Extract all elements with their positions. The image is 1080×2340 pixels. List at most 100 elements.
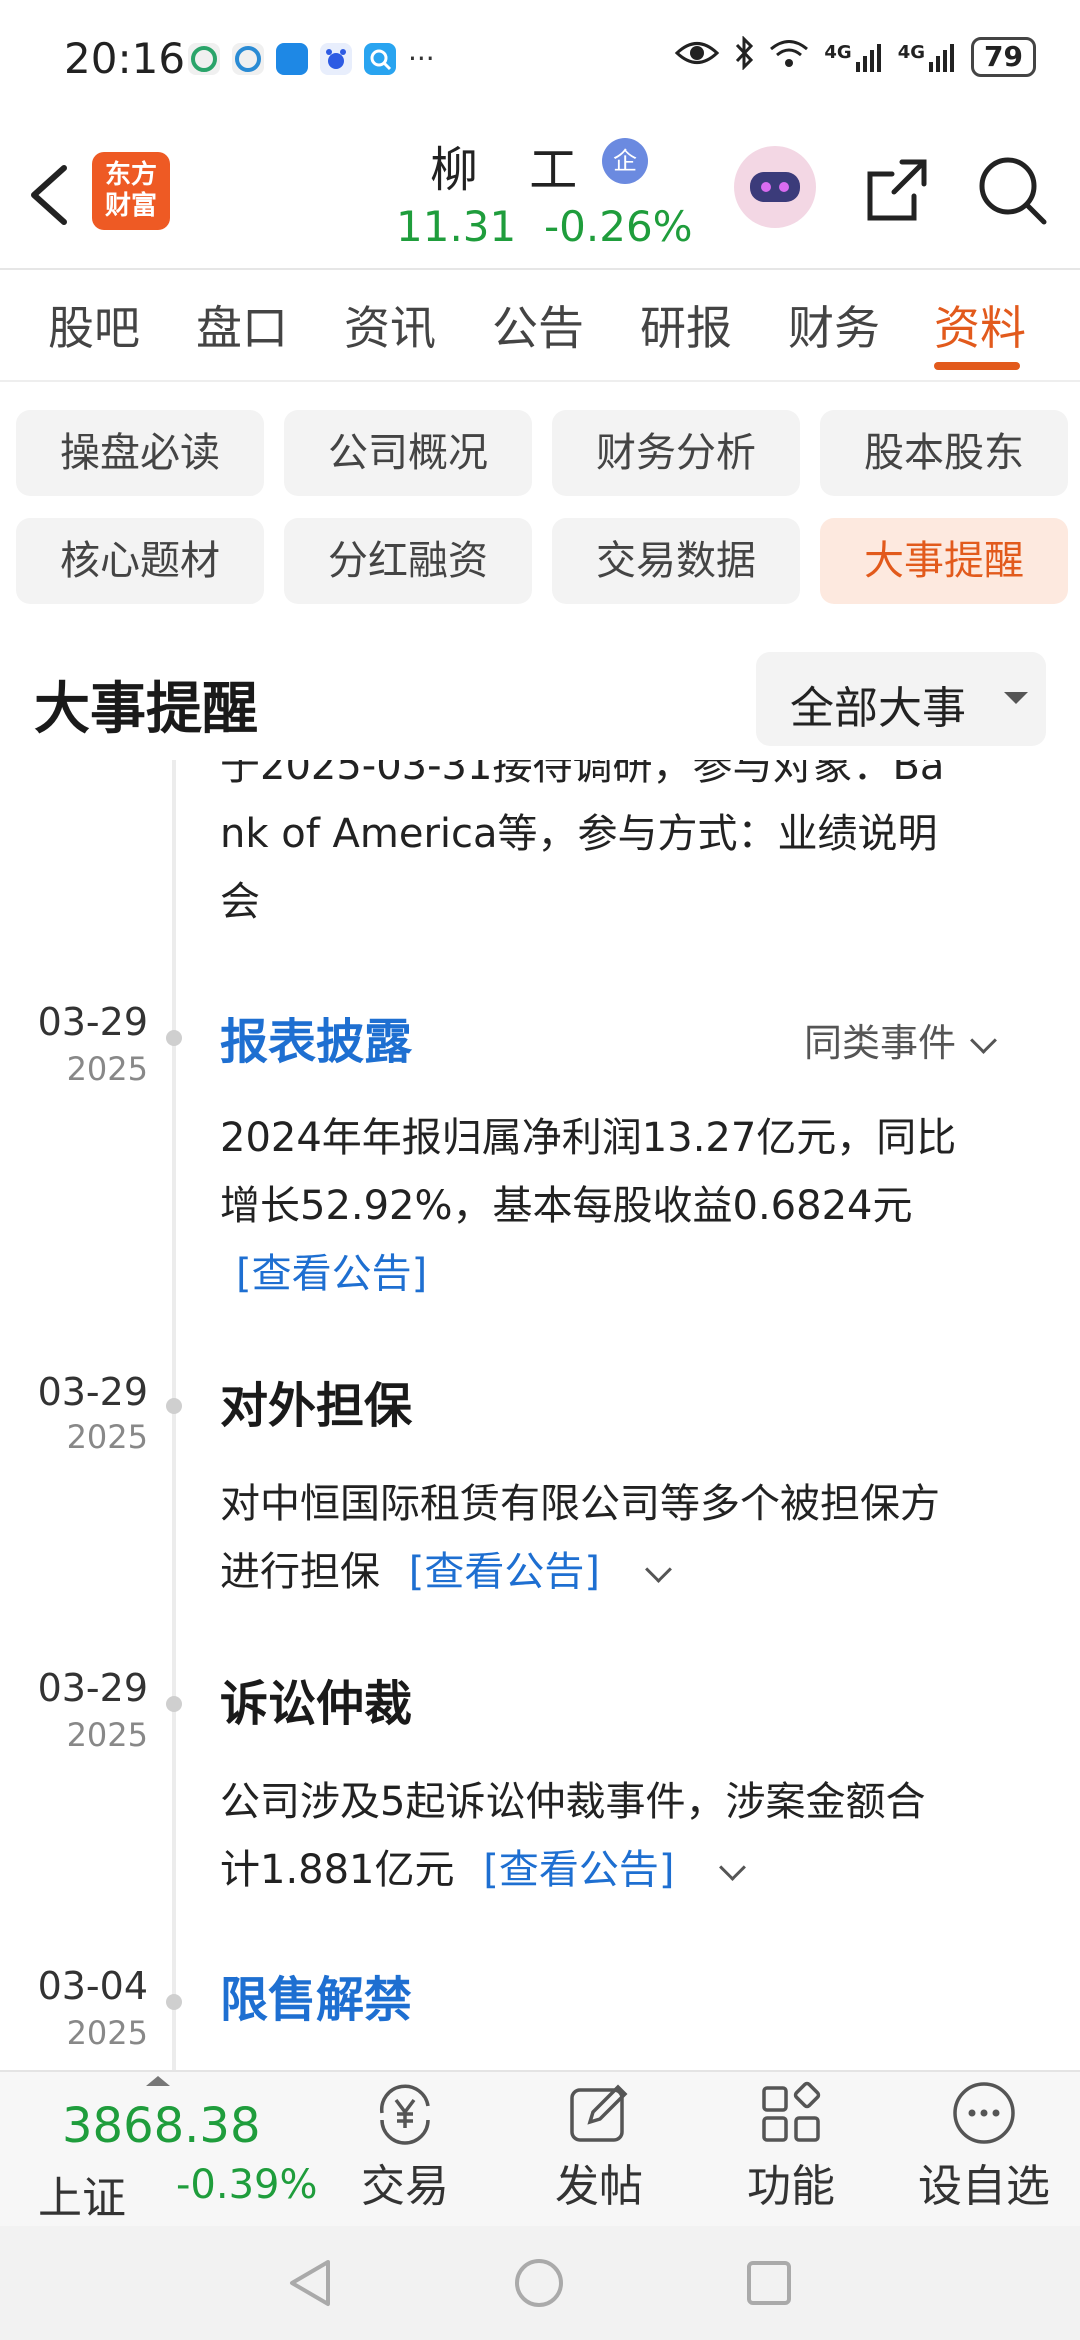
chip-trading-data[interactable]: 交易数据 (552, 518, 800, 604)
partial-line: 会 (220, 879, 260, 925)
functions-button[interactable]: 功能 (716, 2080, 866, 2214)
edit-icon (566, 2080, 632, 2146)
chip-trading-must-read[interactable]: 操盘必读 (16, 410, 264, 496)
status-time: 20:16 (64, 34, 186, 83)
timeline-dot (166, 1030, 182, 1046)
chip-dividends-financing[interactable]: 分红融资 (284, 518, 532, 604)
event-filter-label: 全部大事 (790, 683, 966, 734)
chip-financial-analysis[interactable]: 财务分析 (552, 410, 800, 496)
event-title-litigation: 诉讼仲裁 (220, 1676, 413, 1732)
partial-line: nk of America等，参与方式：业绩说明 (220, 811, 938, 857)
trade-label: 交易 (361, 2161, 449, 2212)
timeline-dot (166, 1994, 182, 2010)
description-line: 2024年年报归属净利润13.27亿元，同比 (220, 1115, 957, 1161)
tab-pankou[interactable]: 盘口 (196, 292, 288, 358)
china-mobile-icon (188, 42, 220, 75)
index-change: -0.39% (176, 2162, 318, 2208)
chevron-down-icon (970, 1027, 997, 1054)
enterprise-badge: 企 (602, 138, 648, 184)
share-button[interactable] (862, 154, 934, 226)
tab-finance[interactable]: 财务 (788, 292, 880, 358)
index-value[interactable]: 3868.38 (62, 2098, 261, 2154)
trade-button[interactable]: 交易 (330, 2080, 480, 2214)
event-date: 03-29 (37, 1370, 148, 1414)
event-year: 2025 (66, 1418, 148, 1456)
timeline-line (172, 760, 176, 2070)
chip-company-overview[interactable]: 公司概况 (284, 410, 532, 496)
event-date: 03-29 (37, 1000, 148, 1044)
system-nav-bar (0, 2226, 1080, 2340)
event-description: 公司涉及5起诉讼仲裁事件，涉案金额合 计1.881亿元 [查看公告] (220, 1768, 1020, 1904)
chip-major-events[interactable]: 大事提醒 (820, 518, 1068, 604)
search-button[interactable] (976, 154, 1048, 226)
expand-chevron-icon[interactable] (644, 1556, 672, 1583)
tab-news[interactable]: 资讯 (344, 292, 436, 358)
stock-price: 11.31 (396, 202, 517, 251)
post-button[interactable]: 发帖 (524, 2080, 674, 2214)
add-watchlist-label: 设自选 (918, 2161, 1050, 2212)
caret-down-icon (1004, 692, 1028, 704)
nav-recents-icon[interactable] (744, 2258, 794, 2308)
expand-chevron-icon[interactable] (719, 1854, 747, 1881)
event-year: 2025 (66, 1716, 148, 1754)
yen-exchange-icon (372, 2080, 438, 2146)
event-description: 2024年年报归属净利润13.27亿元，同比 增长52.92%，基本每股收益0.… (220, 1104, 1020, 1308)
more-notifications: ··· (408, 42, 435, 75)
bluetooth-icon (734, 35, 754, 77)
status-bar: 20:16 ··· 4G 4G 79 (0, 0, 1080, 120)
app-icon (276, 42, 308, 75)
stock-header: 东方 财富 柳 工 企 11.31 -0.26% (0, 120, 1080, 270)
view-announcement-link[interactable]: [查看公告] (409, 1549, 600, 1595)
nav-home-icon[interactable] (512, 2256, 566, 2310)
timeline-dot (166, 1696, 182, 1712)
event-year: 2025 (66, 2014, 148, 2052)
more-circle-icon (951, 2080, 1017, 2146)
tab-profile[interactable]: 资料 (934, 292, 1026, 358)
same-type-events-button[interactable]: 同类事件 (804, 1012, 997, 1067)
event-title-report[interactable]: 报表披露 (220, 1002, 412, 1072)
tab-guba[interactable]: 股吧 (48, 292, 140, 358)
share-icon (867, 159, 927, 221)
chip-shareholders[interactable]: 股本股东 (820, 410, 1068, 496)
chip-core-themes[interactable]: 核心题材 (16, 518, 264, 604)
grid-icon (758, 2080, 824, 2146)
app-logo[interactable]: 东方 财富 (92, 152, 170, 230)
tab-research[interactable]: 研报 (640, 292, 732, 358)
view-announcement-link[interactable]: [查看公告] (236, 1251, 427, 1297)
event-title-unlock[interactable]: 限售解禁 (220, 1960, 412, 2030)
post-label: 发帖 (555, 2161, 643, 2212)
description-line: 计1.881亿元 (220, 1847, 455, 1893)
nav-back-icon[interactable] (284, 2256, 334, 2310)
network-type: 4G (824, 41, 852, 63)
search-app-icon (364, 42, 396, 75)
tab-announcements[interactable]: 公告 (492, 292, 584, 358)
robot-icon (750, 172, 800, 202)
network-type: 4G (897, 41, 926, 63)
view-announcement-link[interactable]: [查看公告] (483, 1847, 674, 1893)
back-button[interactable] (20, 160, 80, 230)
caret-up-icon (146, 2076, 170, 2086)
partial-line: 于2025-03-31接待调研，参与对象：Ba (220, 760, 945, 789)
event-date: 03-29 (37, 1666, 148, 1710)
search-icon (979, 157, 1047, 225)
wifi-icon (768, 37, 810, 76)
main-tabs: 股吧 盘口 资讯 公告 研报 财务 资料 (0, 270, 1080, 382)
china-mobile-icon (232, 42, 264, 75)
event-date: 03-04 (37, 1964, 148, 2008)
status-app-icons: ··· (188, 42, 435, 75)
event-title-guarantee: 对外担保 (220, 1378, 413, 1434)
event-description-partial: 于2025-03-31接待调研，参与对象：Ba nk of America等，参… (220, 760, 1020, 936)
logo-line2: 财富 (104, 191, 157, 221)
index-name[interactable]: 上证 (38, 2162, 126, 2226)
event-year: 2025 (66, 1050, 148, 1088)
description-line: 公司涉及5起诉讼仲裁事件，涉案金额合 (220, 1779, 926, 1825)
add-watchlist-button[interactable]: 设自选 (909, 2080, 1059, 2214)
battery-icon: 79 (971, 36, 1036, 77)
stock-name: 柳 工 (430, 142, 596, 198)
logo-line1: 东方 (104, 160, 157, 190)
event-description: 对中恒国际租赁有限公司等多个被担保方 进行担保 [查看公告] (220, 1470, 1020, 1606)
status-indicators: 4G 4G 79 (674, 35, 1036, 77)
active-tab-indicator (934, 362, 1020, 370)
section-title: 大事提醒 (34, 677, 258, 742)
stock-change: -0.26% (544, 202, 693, 251)
